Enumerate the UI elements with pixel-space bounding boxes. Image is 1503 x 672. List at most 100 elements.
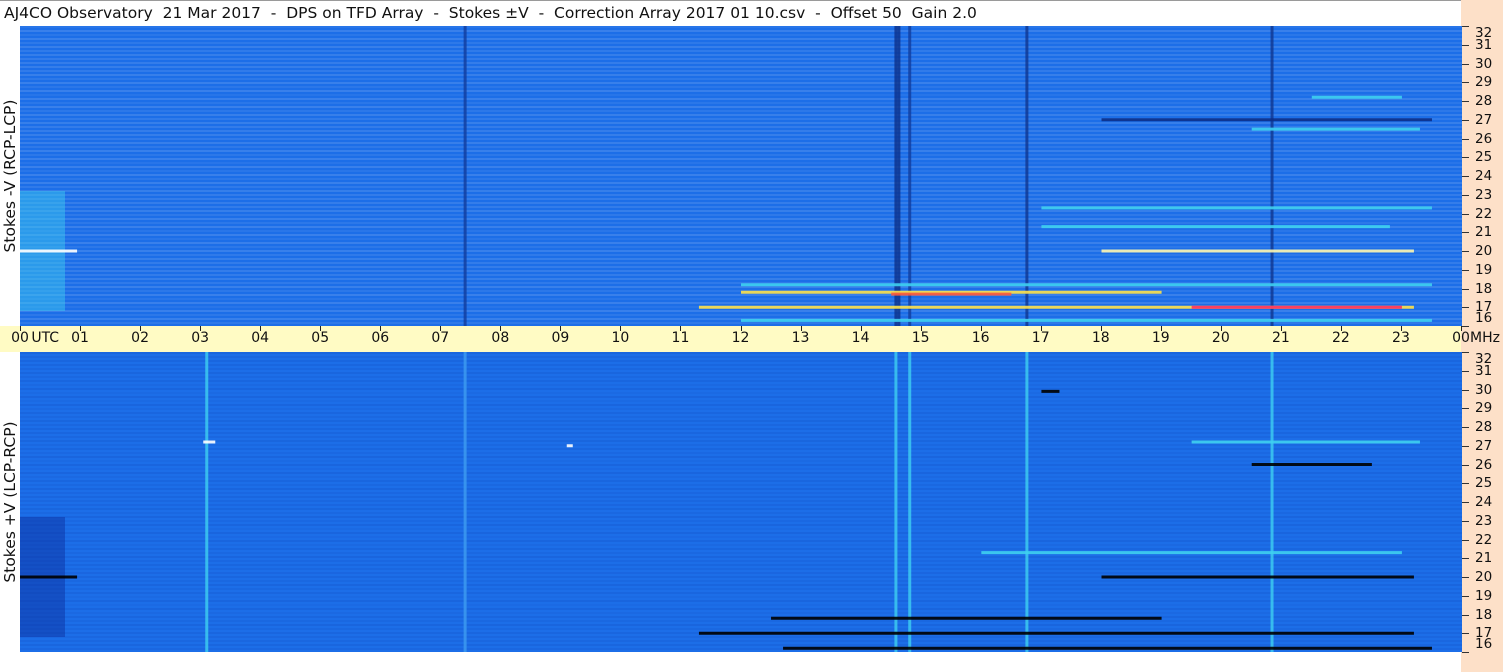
frequency-tick-label: 28 — [1475, 419, 1493, 435]
time-tick-label: 11 — [671, 330, 690, 346]
frequency-tick — [1462, 445, 1469, 447]
spectrogram-noise-bands — [20, 26, 1462, 324]
spectrogram-horizontal-feature — [741, 283, 1432, 287]
chart-title: AJ4CO Observatory 21 Mar 2017 - DPS on T… — [4, 4, 977, 22]
frequency-unit-label: MHz — [1470, 330, 1500, 346]
spectrogram-horizontal-feature — [783, 646, 1432, 650]
spectrogram-horizontal-feature — [1251, 127, 1420, 131]
frequency-tick-label: 26 — [1475, 456, 1493, 473]
spectrogram-noise-bands — [20, 352, 1462, 650]
frequency-tick — [1462, 558, 1469, 560]
frequency-tick — [1462, 502, 1469, 503]
frequency-tick — [1462, 82, 1469, 84]
spectrogram-vertical-feature — [894, 352, 898, 652]
time-tick-label: 06 — [371, 330, 390, 346]
spectrogram-vertical-feature — [463, 352, 467, 652]
frequency-tick — [1462, 44, 1469, 46]
frequency-tick-label: 19 — [1475, 261, 1493, 278]
frequency-tick-label: 23 — [1475, 186, 1493, 203]
spectrogram-horizontal-feature — [698, 631, 1414, 635]
frequency-tick-label: 18 — [1475, 606, 1493, 623]
time-tick-label: 15 — [911, 330, 930, 346]
spectrogram-horizontal-feature — [20, 249, 78, 253]
frequency-tick-label: 25 — [1475, 149, 1493, 166]
frequency-tick-label: 20 — [1475, 243, 1493, 259]
frequency-tick-label: 21 — [1475, 224, 1493, 241]
spectrogram-horizontal-feature — [1191, 440, 1420, 444]
frequency-tick-label: 19 — [1475, 587, 1493, 604]
frequency-tick — [1462, 101, 1469, 102]
frequency-tick-label: 18 — [1475, 280, 1493, 297]
frequency-tick — [1462, 370, 1469, 372]
spectrogram-vertical-feature — [205, 352, 209, 652]
frequency-tick-label: 26 — [1475, 130, 1493, 147]
spectrogram-horizontal-feature — [1101, 575, 1414, 579]
time-tick-label: 00 — [11, 330, 29, 346]
frequency-tick — [1462, 614, 1469, 616]
spectrogram-1-svg — [20, 352, 1462, 652]
frequency-tick-label: 30 — [1475, 55, 1493, 72]
time-tick-label: 23 — [1392, 330, 1410, 346]
frequency-tick — [1462, 269, 1469, 271]
spectrogram-horizontal-feature — [1101, 249, 1414, 253]
time-tick-label: 17 — [1031, 330, 1050, 346]
spectrogram-horizontal-feature — [741, 318, 1432, 322]
time-tick-label: 02 — [131, 330, 149, 346]
time-tick-label: 21 — [1271, 330, 1290, 346]
spectrogram-vertical-feature — [1025, 26, 1029, 326]
spectrogram-horizontal-feature — [203, 440, 216, 444]
frequency-tick — [1462, 595, 1469, 597]
time-tick-label: 03 — [191, 330, 210, 346]
spectrogram-stokes-plus-v — [20, 352, 1462, 652]
time-tick-label: 16 — [971, 330, 990, 346]
frequency-tick — [1462, 232, 1469, 234]
spectrogram-vertical-feature — [1270, 352, 1274, 652]
frequency-tick — [1462, 63, 1469, 65]
frequency-tick-label: 24 — [1475, 168, 1493, 184]
utc-time-axis: 00 01 02 03 04 05 06 07 08 09 10 11 12 13 14 15 16 17 18 19… — [0, 326, 1500, 352]
spectrogram-horizontal-feature — [771, 616, 1162, 620]
spectrogram-vertical-feature — [908, 352, 912, 652]
frequency-tick-label: 23 — [1475, 512, 1493, 529]
frequency-tick-label: 22 — [1475, 531, 1493, 548]
spectrogram-vertical-feature — [908, 26, 912, 326]
spectrogram-0-svg — [20, 26, 1462, 326]
spectrogram-vertical-feature — [463, 26, 467, 326]
time-tick-label: 00 — [1452, 330, 1470, 346]
time-tick-label: 01 — [71, 330, 89, 346]
frequency-tick — [1462, 251, 1469, 252]
frequency-tick — [1462, 539, 1469, 541]
frequency-tick — [1462, 352, 1469, 353]
spectrogram-vertical-feature — [897, 26, 901, 326]
spectrogram-horizontal-feature — [891, 292, 1012, 296]
spectrogram-vertical-feature — [1025, 352, 1029, 652]
frequency-tick — [1462, 119, 1469, 121]
spectrogram-vertical-feature — [894, 26, 898, 326]
spectrogram-horizontal-feature — [1041, 389, 1060, 393]
time-tick-label: 20 — [1211, 330, 1230, 346]
time-tick-label: 07 — [431, 330, 450, 346]
spectrogram-horizontal-feature — [566, 444, 573, 448]
frequency-tick-label: 30 — [1475, 381, 1493, 398]
time-tick-label: 12 — [731, 330, 750, 346]
time-tick-label: 08 — [491, 330, 510, 346]
spectrogram-horizontal-feature — [1191, 305, 1402, 309]
frequency-tick — [1462, 307, 1469, 309]
frequency-tick-label: 29 — [1475, 74, 1493, 91]
time-tick-label: 22 — [1331, 330, 1350, 346]
frequency-tick-label: 27 — [1475, 111, 1493, 128]
frequency-tick — [1462, 288, 1469, 290]
time-tick-label: 19 — [1151, 330, 1170, 346]
spectrogram-horizontal-feature — [20, 575, 78, 579]
frequency-axis-bottom: 32 31 30 29 28 27 26 25 24 23 22 21 20 19 18 17 16 — [1461, 351, 1503, 653]
spectrogram-horizontal-feature — [981, 551, 1402, 555]
spectrogram-horizontal-feature — [1041, 206, 1432, 210]
frequency-tick-label: 16 — [1475, 636, 1493, 652]
frequency-tick-label: 25 — [1475, 475, 1493, 492]
time-unit-label: UTC — [31, 330, 60, 346]
frequency-tick-label: 20 — [1475, 569, 1493, 585]
frequency-tick — [1462, 26, 1469, 27]
frequency-tick — [1462, 427, 1469, 428]
frequency-tick — [1462, 464, 1469, 466]
spectrogram-horizontal-feature — [1041, 225, 1390, 229]
